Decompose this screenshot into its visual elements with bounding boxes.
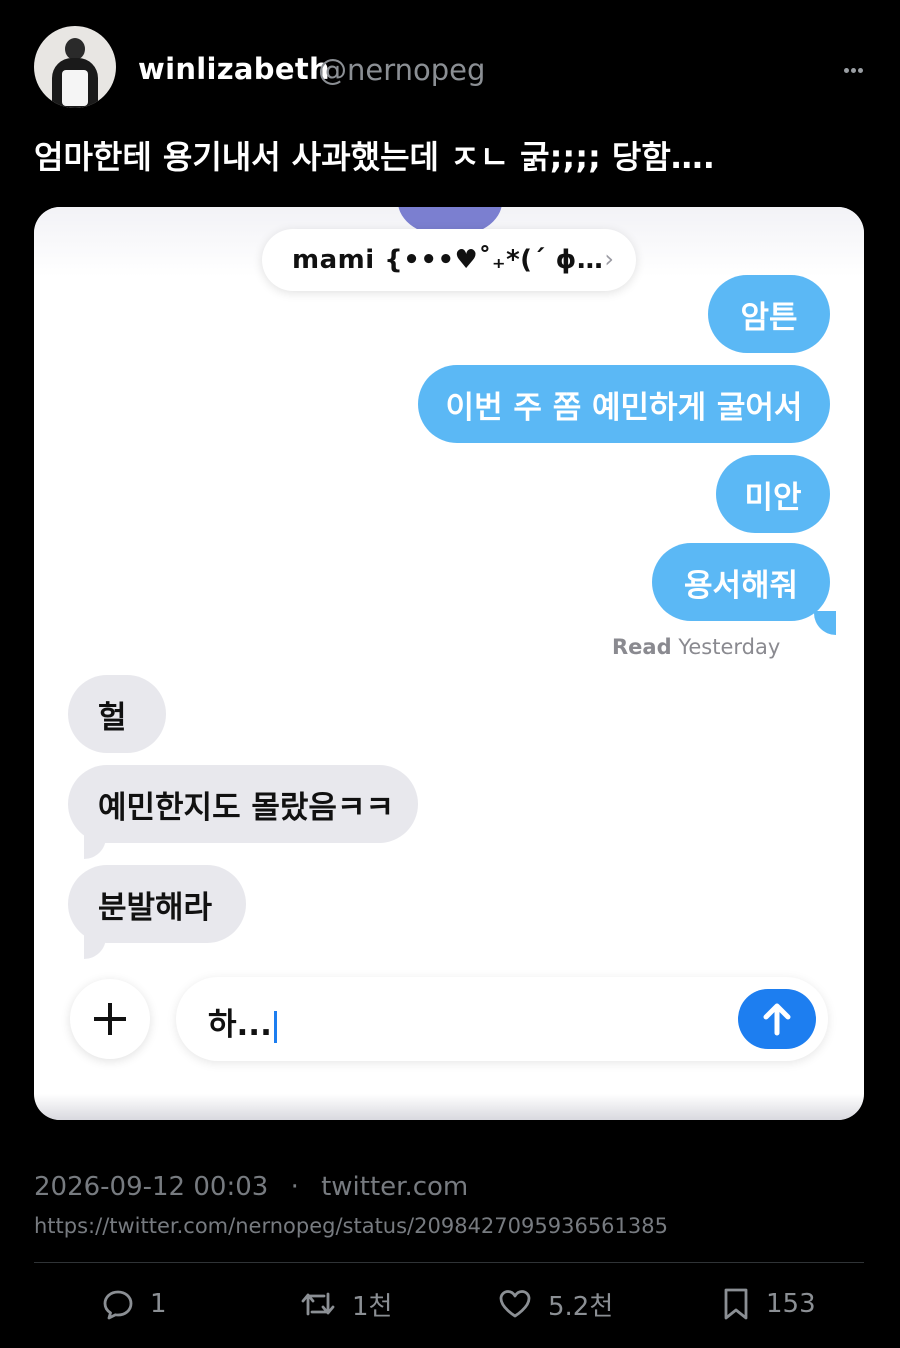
retweet-button[interactable]: 1천 xyxy=(300,1284,392,1324)
divider xyxy=(34,1262,864,1263)
reply-icon xyxy=(103,1290,133,1320)
contact-header: mami {•••♥˚₊*(´ ɸ… › xyxy=(262,229,636,291)
read-receipt: Read Yesterday xyxy=(612,635,780,659)
retweet-icon xyxy=(301,1292,335,1316)
tweet-timestamp: 2026-09-12 00:03 xyxy=(34,1172,269,1202)
read-label: Read xyxy=(612,635,672,659)
message-input-value: 하... xyxy=(208,1007,272,1043)
author-name[interactable]: winlizabeth xyxy=(138,52,330,86)
bubble-tail xyxy=(84,835,106,859)
bookmark-icon xyxy=(724,1288,748,1320)
reply-count: 1 xyxy=(150,1289,167,1319)
incoming-message: 분발해라 xyxy=(68,865,246,943)
outgoing-message: 미안 xyxy=(716,455,830,533)
bubble-tail xyxy=(814,611,836,635)
bookmark-button[interactable]: 153 xyxy=(722,1284,816,1324)
tweet-meta: 2026-09-12 00:03 · twitter.com xyxy=(34,1172,468,1202)
avatar-shirt xyxy=(62,70,88,106)
message-input-text: 하... xyxy=(208,999,277,1044)
outgoing-message: 용서해줘 xyxy=(652,543,830,621)
outgoing-message: 암튼 xyxy=(708,275,830,353)
incoming-message: 예민한지도 몰랐음ㅋㅋ xyxy=(68,765,418,843)
outgoing-message: 이번 주 쫌 예민하게 굴어서 xyxy=(418,365,830,443)
avatar[interactable] xyxy=(34,26,116,108)
reply-button[interactable]: 1 xyxy=(102,1284,167,1324)
like-button[interactable]: 5.2천 xyxy=(498,1284,613,1324)
retweet-count: 1천 xyxy=(352,1291,393,1322)
read-time: Yesterday xyxy=(678,635,781,659)
like-count: 5.2천 xyxy=(548,1291,614,1322)
tweet-text: 엄마한테 용기내서 사과했는데 ㅈㄴ 굵;;;; 당함…. xyxy=(34,138,715,176)
avatar-head xyxy=(65,38,85,60)
send-button[interactable] xyxy=(738,989,816,1049)
add-attachment-button[interactable] xyxy=(70,979,150,1059)
tweet-source[interactable]: twitter.com xyxy=(321,1172,468,1202)
heart-icon xyxy=(499,1290,531,1318)
contact-name: mami {•••♥˚₊*(´ ɸ… xyxy=(292,245,604,275)
chevron-right-icon: › xyxy=(604,245,614,273)
bookmark-count: 153 xyxy=(766,1289,816,1319)
bubble-tail xyxy=(84,935,106,959)
arrow-up-icon xyxy=(763,1003,791,1036)
author-handle[interactable]: @nernopeg xyxy=(318,53,485,87)
message-screenshot[interactable]: mami {•••♥˚₊*(´ ɸ… › 암튼 이번 주 쫌 예민하게 굴어서 … xyxy=(34,207,864,1120)
text-caret xyxy=(273,1010,277,1043)
tweet-url[interactable]: https://twitter.com/nernopeg/status/2098… xyxy=(34,1214,668,1238)
bottom-bar xyxy=(34,1094,864,1120)
meta-separator: · xyxy=(290,1172,299,1202)
message-input[interactable]: 하... xyxy=(176,977,828,1061)
incoming-message: 헐 xyxy=(68,675,166,753)
more-options-icon[interactable] xyxy=(844,58,868,78)
